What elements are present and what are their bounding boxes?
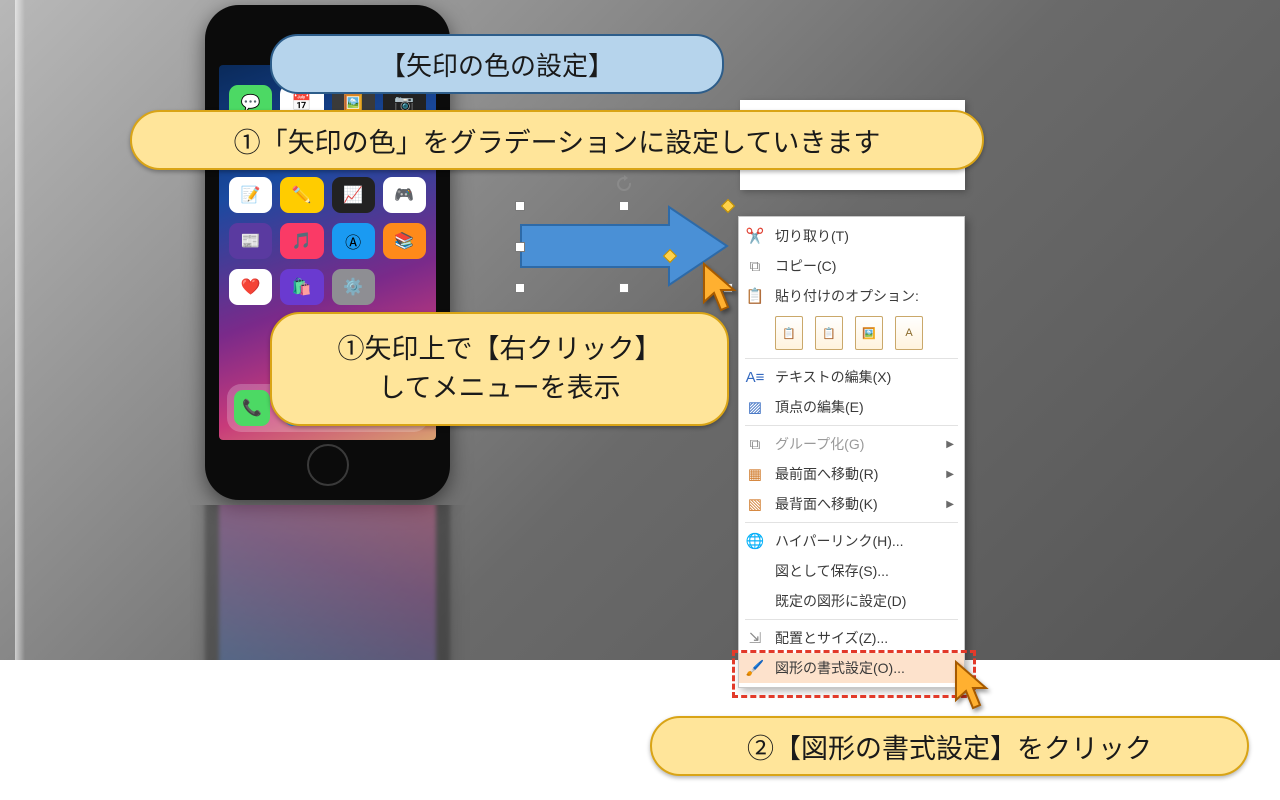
format-shape-icon: 🖌️ bbox=[745, 658, 765, 678]
step-1-note-line2: してメニューを表示 bbox=[338, 369, 662, 408]
menu-edit-points[interactable]: ▨ 頂点の編集(E) bbox=[739, 392, 964, 422]
cursor-icon bbox=[700, 262, 742, 314]
hyperlink-icon: 🌐 bbox=[745, 531, 765, 551]
paste-option-a[interactable]: 📋 bbox=[775, 316, 803, 350]
step-2-banner-text: ②【図形の書式設定】をクリック bbox=[747, 727, 1152, 766]
submenu-arrow-icon: ▶ bbox=[946, 499, 954, 510]
paste-option-text[interactable]: A bbox=[895, 316, 923, 350]
app-icon: 🎮 bbox=[383, 177, 426, 213]
paste-option-picture[interactable]: 🖼️ bbox=[855, 316, 883, 350]
cut-icon: ✂️ bbox=[745, 226, 765, 246]
group-icon: ⧉ bbox=[745, 434, 765, 454]
menu-hyperlink[interactable]: 🌐 ハイパーリンク(H)... bbox=[739, 526, 964, 556]
iphone-reflection: 📞 ✉️ 🧭 🎵 bbox=[190, 505, 470, 660]
menu-cut[interactable]: ✂️ 切り取り(T) bbox=[739, 221, 964, 251]
menu-edit-text[interactable]: A≡ テキストの編集(X) bbox=[739, 362, 964, 392]
step-1-note-line1: ①矢印上で【右クリック】 bbox=[338, 330, 662, 369]
bring-front-icon: ▦ bbox=[745, 464, 765, 484]
step-1-note: ①矢印上で【右クリック】 してメニューを表示 bbox=[270, 312, 729, 426]
rotate-handle-icon[interactable] bbox=[615, 175, 633, 193]
block-arrow-icon[interactable] bbox=[519, 205, 729, 287]
submenu-arrow-icon: ▶ bbox=[946, 439, 954, 450]
menu-format-shape[interactable]: 🖌️ 図形の書式設定(O)... bbox=[739, 653, 964, 683]
edit-text-icon: A≡ bbox=[745, 367, 765, 387]
app-icon: ✏️ bbox=[280, 177, 323, 213]
menu-set-default-shape[interactable]: 既定の図形に設定(D) bbox=[739, 586, 964, 616]
app-icon: 📰 bbox=[229, 223, 272, 259]
step-1-banner-text: ①「矢印の色」をグラデーションに設定していきます bbox=[234, 121, 881, 160]
app-icon: 🛍️ bbox=[280, 269, 323, 305]
slide-left-edge bbox=[15, 0, 25, 660]
resize-handle[interactable] bbox=[619, 283, 629, 293]
paste-options-row: 📋 📋 🖼️ A bbox=[739, 311, 964, 355]
menu-size-position[interactable]: ⇲ 配置とサイズ(Z)... bbox=[739, 623, 964, 653]
menu-save-as-picture[interactable]: 図として保存(S)... bbox=[739, 556, 964, 586]
app-icon: 📚 bbox=[383, 223, 426, 259]
paste-option-b[interactable]: 📋 bbox=[815, 316, 843, 350]
paste-icon: 📋 bbox=[745, 286, 765, 306]
title-callout: 【矢印の色の設定】 bbox=[270, 34, 724, 94]
menu-bring-front[interactable]: ▦ 最前面へ移動(R) ▶ bbox=[739, 459, 964, 489]
submenu-arrow-icon: ▶ bbox=[946, 469, 954, 480]
resize-handle[interactable] bbox=[515, 283, 525, 293]
app-icon: 🎵 bbox=[280, 223, 323, 259]
resize-handle[interactable] bbox=[619, 201, 629, 211]
menu-copy[interactable]: ⧉ コピー(C) bbox=[739, 251, 964, 281]
step-2-banner: ②【図形の書式設定】をクリック bbox=[650, 716, 1249, 776]
edit-points-icon: ▨ bbox=[745, 397, 765, 417]
size-icon: ⇲ bbox=[745, 628, 765, 648]
context-menu: ✂️ 切り取り(T) ⧉ コピー(C) 📋 貼り付けのオプション: 📋 📋 🖼️… bbox=[738, 216, 965, 688]
resize-handle[interactable] bbox=[515, 242, 525, 252]
menu-paste-label: 📋 貼り付けのオプション: bbox=[739, 281, 964, 311]
app-icon: 📈 bbox=[332, 177, 375, 213]
home-button bbox=[307, 444, 349, 486]
step-1-banner: ①「矢印の色」をグラデーションに設定していきます bbox=[130, 110, 984, 170]
menu-group: ⧉ グループ化(G) ▶ bbox=[739, 429, 964, 459]
send-back-icon: ▧ bbox=[745, 494, 765, 514]
app-icon: ❤️ bbox=[229, 269, 272, 305]
app-icon: Ⓐ bbox=[332, 223, 375, 259]
menu-send-back[interactable]: ▧ 最背面へ移動(K) ▶ bbox=[739, 489, 964, 519]
app-icon: ⚙️ bbox=[332, 269, 375, 305]
app-icon: 📝 bbox=[229, 177, 272, 213]
dock-phone-icon: 📞 bbox=[234, 390, 270, 426]
copy-icon: ⧉ bbox=[745, 256, 765, 276]
cursor-icon bbox=[952, 660, 994, 712]
title-callout-text: 【矢印の色の設定】 bbox=[380, 46, 614, 83]
resize-handle[interactable] bbox=[515, 201, 525, 211]
